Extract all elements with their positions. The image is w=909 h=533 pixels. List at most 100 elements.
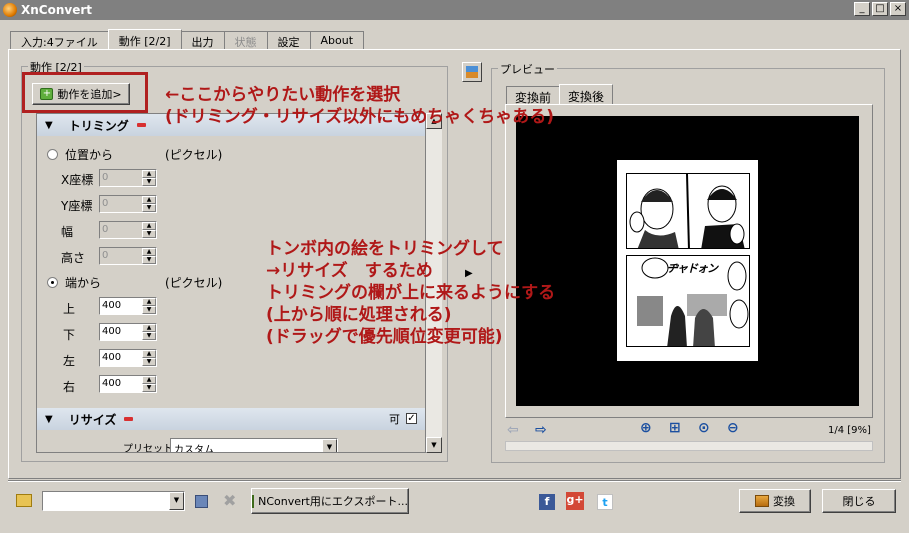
height-label: 高さ — [61, 251, 86, 265]
remove-action-icon[interactable] — [136, 123, 146, 127]
spin-up-icon[interactable]: ▲ — [142, 350, 156, 358]
spin-up-icon[interactable]: ▲ — [142, 248, 156, 256]
zoom-actual-icon[interactable]: ⊙ — [698, 420, 710, 436]
from-position-unit: (ピクセル) — [165, 148, 223, 162]
export-label: NConvert用にエクスポート... — [258, 495, 408, 508]
manga-page-image: ヂャドォン — [617, 160, 758, 361]
spin-up-icon[interactable]: ▲ — [142, 376, 156, 384]
from-position-label: 位置から — [65, 148, 114, 162]
annotation-mid-line5: (ドラッグで優先順位変更可能) — [266, 327, 503, 347]
resize-header-label: リサイズ — [68, 412, 117, 427]
path-combobox[interactable]: ▼ — [42, 491, 185, 511]
annotation-mid-line4: (上から順に処理される) — [266, 305, 452, 325]
bottom-label: 下 — [63, 328, 76, 342]
export-icon — [252, 494, 255, 508]
tab-input[interactable]: 入力:4ファイル — [10, 31, 109, 50]
tab-after[interactable]: 変換後 — [559, 84, 614, 104]
bottom-spinbox[interactable]: 400 ▲ ▼ — [99, 323, 157, 341]
annotation-mid-line2: →リサイズ するため — [266, 261, 433, 281]
twitter-icon[interactable]: t — [597, 494, 613, 510]
next-arrow-icon[interactable]: ⇨ — [535, 422, 547, 438]
right-label: 右 — [63, 380, 76, 394]
tab-status[interactable]: 状態 — [223, 31, 268, 50]
from-edge-radio[interactable] — [47, 277, 58, 288]
height-spinbox[interactable]: 0 ▲ ▼ — [99, 247, 157, 265]
annotation-top-line1: ←ここからやりたい動作を選択 — [165, 85, 401, 105]
left-spinbox[interactable]: 400 ▲ ▼ — [99, 349, 157, 367]
minimize-button[interactable]: _ — [854, 2, 870, 16]
spin-down-icon[interactable]: ▼ — [142, 306, 156, 314]
manga-sfx-text: ヂャドォン — [667, 262, 718, 275]
top-value: 400 — [102, 300, 122, 311]
resize-enable-label: 可 — [389, 413, 400, 426]
resize-header[interactable]: ▼ リサイズ 可 ✓ — [37, 408, 425, 430]
zoom-in-icon[interactable]: ⊕ — [640, 420, 652, 436]
tab-settings[interactable]: 設定 — [266, 31, 311, 50]
close-button[interactable]: 閉じる — [822, 489, 896, 513]
spin-down-icon[interactable]: ▼ — [142, 256, 156, 264]
spin-down-icon[interactable]: ▼ — [142, 230, 156, 238]
add-action-icon: + — [40, 88, 54, 100]
x-spinbox[interactable]: 0 ▲ ▼ — [99, 169, 157, 187]
close-window-button[interactable]: × — [890, 2, 906, 16]
spin-down-icon[interactable]: ▼ — [142, 332, 156, 340]
add-action-button[interactable]: + 動作を追加> — [32, 83, 130, 105]
spin-up-icon[interactable]: ▲ — [142, 324, 156, 332]
spin-up-icon[interactable]: ▲ — [142, 298, 156, 306]
preset-select[interactable]: カスタム ▼ — [170, 438, 338, 453]
trimming-header-label: トリミング — [68, 118, 129, 133]
left-label: 左 — [63, 354, 76, 368]
collapse-triangle-icon[interactable]: ▼ — [45, 120, 53, 131]
preset-value: カスタム — [174, 445, 214, 453]
fit-to-window-icon[interactable]: ⊞ — [669, 420, 681, 436]
spin-down-icon[interactable]: ▼ — [142, 384, 156, 392]
title-bar: XnConvert _ □ × — [0, 0, 909, 20]
y-value: 0 — [102, 198, 109, 209]
spin-down-icon[interactable]: ▼ — [142, 358, 156, 366]
spin-up-icon[interactable]: ▲ — [142, 222, 156, 230]
chevron-down-icon[interactable]: ▼ — [169, 492, 184, 510]
chevron-down-icon[interactable]: ▼ — [322, 439, 337, 452]
facebook-icon[interactable]: f — [539, 494, 555, 510]
spin-up-icon[interactable]: ▲ — [142, 170, 156, 178]
top-spinbox[interactable]: 400 ▲ ▼ — [99, 297, 157, 315]
annotation-mid-line1: トンボ内の絵をトリミングして — [266, 239, 504, 259]
manga-panel-bottom: ヂャドォン — [626, 255, 750, 347]
annotation-top-line2: (ドリミング・リサイズ以外にもめちゃくちゃある) — [165, 107, 555, 127]
maximize-button[interactable]: □ — [872, 2, 888, 16]
remove-action-icon[interactable] — [124, 417, 134, 421]
left-value: 400 — [102, 352, 122, 363]
window-title: XnConvert — [21, 3, 93, 17]
spin-down-icon[interactable]: ▼ — [142, 204, 156, 212]
zoom-out-icon[interactable]: ⊖ — [727, 420, 739, 436]
tab-actions[interactable]: 動作 [2/2] — [107, 29, 182, 50]
spin-up-icon[interactable]: ▲ — [142, 196, 156, 204]
scroll-down-icon[interactable]: ▼ — [426, 437, 442, 453]
width-spinbox[interactable]: 0 ▲ ▼ — [99, 221, 157, 239]
bottom-value: 400 — [102, 326, 122, 337]
y-spinbox[interactable]: 0 ▲ ▼ — [99, 195, 157, 213]
folder-icon[interactable] — [16, 494, 32, 507]
preview-scrollbar[interactable] — [505, 441, 873, 451]
resize-enable-checkbox[interactable]: ✓ — [406, 413, 417, 424]
main-tabs: 入力:4ファイル 動作 [2/2] 出力 状態 設定 About — [10, 29, 365, 50]
spin-down-icon[interactable]: ▼ — [142, 178, 156, 186]
from-position-radio[interactable] — [47, 149, 58, 160]
export-nconvert-button[interactable]: NConvert用にエクスポート... — [251, 488, 409, 514]
x-value: 0 — [102, 172, 109, 183]
convert-icon — [755, 495, 769, 507]
from-edge-unit: (ピクセル) — [165, 276, 223, 290]
collapse-triangle-icon[interactable]: ▼ — [45, 414, 53, 425]
preview-toggle-icon[interactable] — [462, 62, 482, 82]
window-controls: _ □ × — [854, 2, 906, 16]
delete-icon[interactable]: ✖ — [223, 491, 236, 510]
preview-group-legend: プレビュー — [498, 61, 557, 77]
google-plus-icon[interactable]: g+ — [566, 492, 584, 510]
previous-arrow-icon[interactable]: ⇦ — [507, 422, 519, 438]
right-spinbox[interactable]: 400 ▲ ▼ — [99, 375, 157, 393]
tab-output[interactable]: 出力 — [180, 31, 225, 50]
annotation-mid-line3: トリミングの欄が上に来るようにする — [266, 283, 556, 303]
convert-button[interactable]: 変換 — [739, 489, 811, 513]
tab-about[interactable]: About — [309, 31, 365, 50]
save-icon[interactable] — [195, 495, 208, 508]
